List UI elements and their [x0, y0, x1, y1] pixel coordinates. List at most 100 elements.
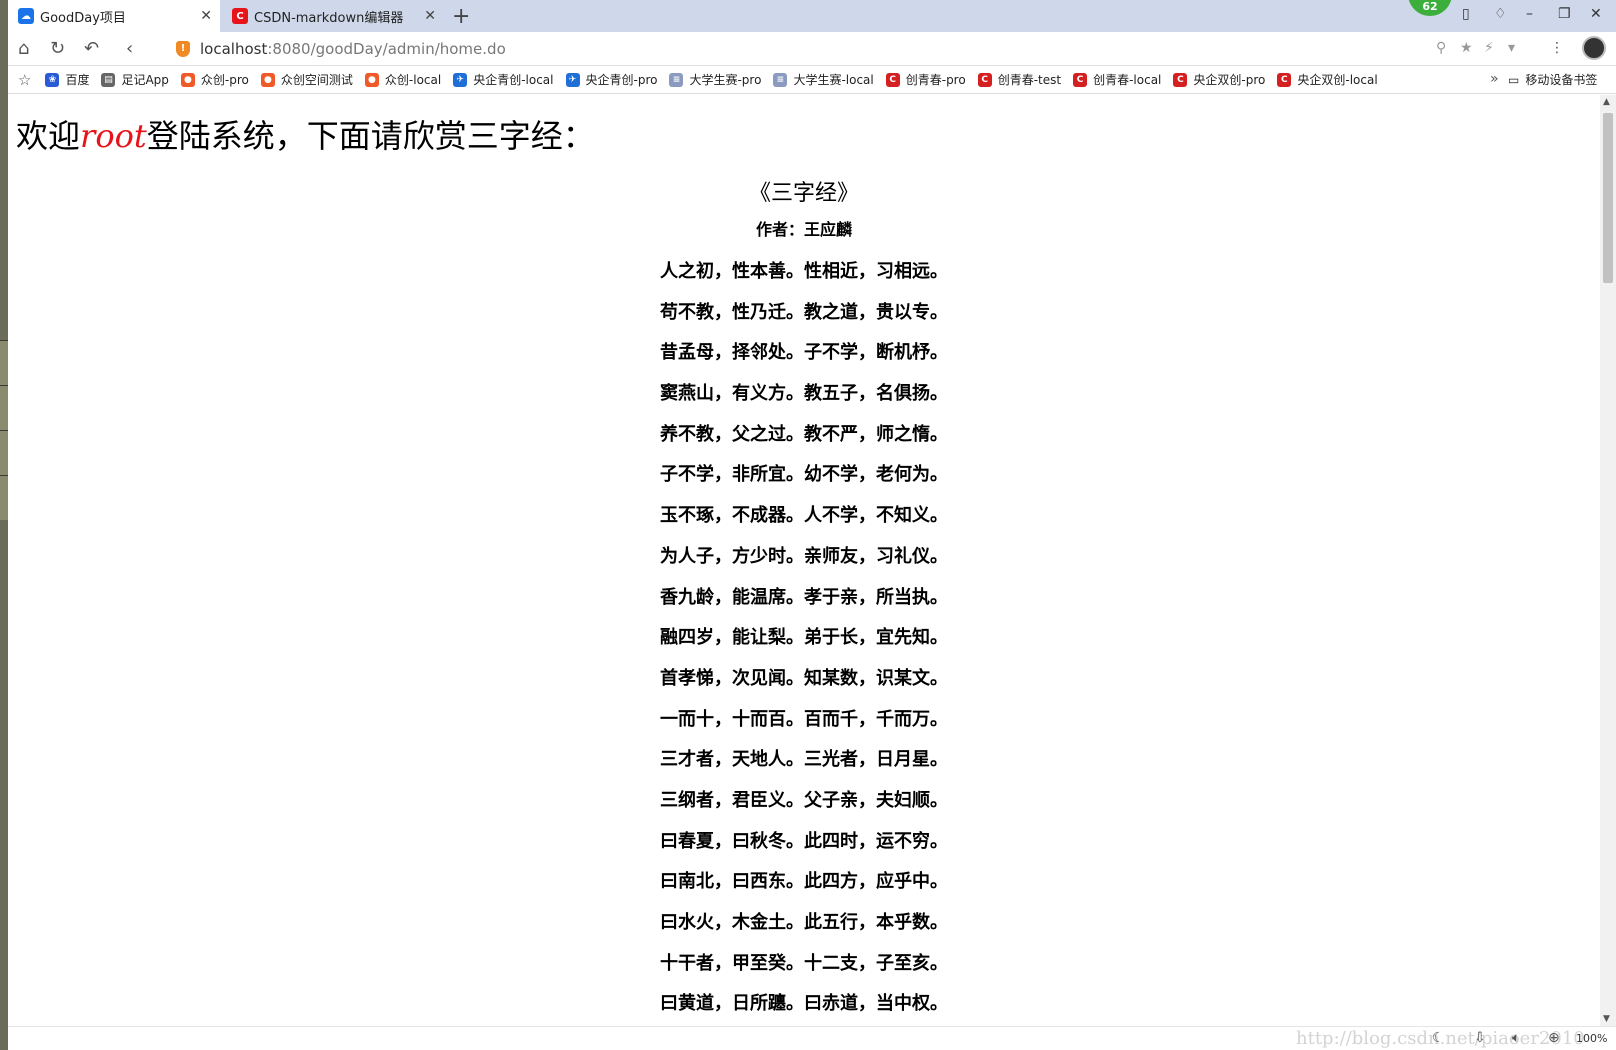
- bookmark-item[interactable]: ● 众创-pro: [180, 71, 249, 88]
- globe-icon: ✈: [565, 72, 580, 87]
- poem-line: 昔孟母，择邻处。子不学，断机杼。: [660, 342, 948, 364]
- dots-icon: ●: [180, 72, 195, 87]
- welcome-heading: 欢迎root登陆系统，下面请欣赏三字经：: [16, 111, 595, 157]
- dots-icon: ●: [364, 72, 379, 87]
- welcome-suffix: 登陆系统，下面请欣赏三字经：: [146, 117, 595, 155]
- bookmark-label: 众创空间测试: [280, 73, 353, 87]
- url-field[interactable]: ! localhost:8080/goodDay/admin/home.do: [176, 38, 1416, 60]
- desktop-edge-segment: [0, 430, 8, 475]
- site-info-icon[interactable]: !: [176, 41, 190, 57]
- mobile-bookmarks-label: 移动设备书签: [1525, 73, 1598, 87]
- poem-line: 三才者，天地人。三光者，日月星。: [660, 749, 948, 771]
- poem-line: 苟不教，性乃迁。教之道，贵以专。: [660, 301, 948, 323]
- poem-line: 为人子，方少时。亲师友，习礼仪。: [660, 545, 948, 567]
- shirt-icon[interactable]: ♢: [1494, 6, 1507, 22]
- close-icon[interactable]: ✕: [200, 8, 212, 24]
- download-icon[interactable]: ⇩: [1474, 1030, 1486, 1046]
- bookmark-label: 创青春-local: [1093, 73, 1162, 87]
- poem-line: 一而十，十而百。百而千，千而万。: [660, 708, 948, 730]
- url-path: :8080/goodDay/admin/home.do: [267, 40, 506, 58]
- dots-icon: ●: [260, 72, 275, 87]
- bookmark-label: 百度: [65, 73, 90, 87]
- home-icon[interactable]: ⌂: [18, 38, 29, 59]
- zoom-icon[interactable]: ⊕: [1548, 1030, 1560, 1046]
- bookmark-list: ❀ 百度 ▤ 足记App ● 众创-pro ● 众创空间测试 ● 众创-local ✈ 央企青创-lo…: [45, 71, 1389, 88]
- bookmarks-bar: ☆ ❀ 百度 ▤ 足记App ● 众创-pro ● 众创空间测试 ● 众创-local ✈ 央企青创-…: [8, 66, 1616, 94]
- poem-line: 人之初，性本善。性相近，习相远。: [660, 261, 948, 282]
- notification-badge[interactable]: 62: [1408, 0, 1452, 16]
- volume-icon[interactable]: 🔈︎: [1512, 1030, 1520, 1046]
- poem-author: 作者：王应麟: [755, 220, 852, 239]
- minimize-icon[interactable]: –: [1526, 6, 1533, 22]
- zoom-level[interactable]: 100%: [1576, 1032, 1607, 1045]
- poem-line: 窦燕山，有义方。教五子，名俱扬。: [660, 383, 948, 405]
- bookmark-item[interactable]: C 央企双创-pro: [1173, 71, 1265, 88]
- back-icon[interactable]: ‹: [126, 38, 133, 59]
- bookmark-label: 大学生赛-pro: [689, 73, 762, 87]
- bookmark-item[interactable]: ≡ 大学生赛-local: [773, 71, 874, 88]
- bookmark-item[interactable]: C 创青春-pro: [885, 71, 966, 88]
- scrollbar-thumb[interactable]: [1603, 113, 1613, 283]
- poem-line: 十干者，甲至癸。十二支，子至亥。: [660, 952, 948, 974]
- c-icon: C: [977, 72, 992, 87]
- bookmark-item[interactable]: ● 众创空间测试: [260, 71, 353, 88]
- page-content: 欢迎root登陆系统，下面请欣赏三字经： 《三字经》 作者：王应麟 人之初，性本…: [8, 95, 1600, 1026]
- pin-icon[interactable]: ⚲: [1436, 40, 1446, 56]
- bookmark-label: 央企青创-local: [473, 73, 554, 87]
- bookmark-label: 央企青创-pro: [585, 73, 658, 87]
- mobile-bookmarks[interactable]: ▭ 移动设备书签: [1508, 71, 1597, 88]
- avatar[interactable]: [1582, 36, 1606, 60]
- moon-icon[interactable]: ☾: [1432, 1030, 1445, 1046]
- flash-icon[interactable]: ⚡: [1484, 40, 1494, 56]
- bookmark-item[interactable]: C 创青春-test: [977, 71, 1061, 88]
- bookmark-star-icon[interactable]: ☆: [18, 71, 31, 89]
- poem-line: 曰春夏，曰秋冬。此四时，运不穷。: [660, 830, 948, 852]
- bars-icon: ≡: [773, 72, 788, 87]
- scrollbar[interactable]: ▲ ▼: [1600, 95, 1616, 1026]
- star-icon[interactable]: ★: [1460, 40, 1473, 56]
- desktop-edge-segment: [0, 475, 8, 520]
- bookmarks-more-button[interactable]: »: [1490, 71, 1499, 87]
- tab-goodday[interactable]: ☁ GoodDay项目 ✕: [8, 0, 220, 32]
- bookmark-label: 央企双创-local: [1297, 73, 1378, 87]
- phone-icon[interactable]: ▯: [1462, 6, 1470, 22]
- desktop-edge-segment: [0, 340, 8, 385]
- bookmark-item[interactable]: ✈ 央企青创-pro: [565, 71, 658, 88]
- bookmark-item[interactable]: ● 众创-local: [364, 71, 441, 88]
- poem: 《三字经》 作者：王应麟 人之初，性本善。性相近，习相远。 苟不教，性乃迁。教之道…: [8, 175, 1600, 1026]
- paw-icon: ❀: [45, 72, 60, 87]
- menu-icon[interactable]: ⋮: [1550, 40, 1564, 56]
- restore-icon[interactable]: ❐: [1558, 6, 1571, 22]
- new-tab-button[interactable]: +: [452, 4, 470, 29]
- tab-csdn[interactable]: C CSDN-markdown编辑器 ✕: [222, 0, 444, 32]
- chevron-down-icon[interactable]: ▾: [1508, 40, 1515, 56]
- close-window-icon[interactable]: ✕: [1590, 6, 1602, 22]
- bookmark-item[interactable]: ❀ 百度: [45, 71, 89, 88]
- globe-icon: ✈: [453, 72, 468, 87]
- page-icon: ▤: [101, 72, 116, 87]
- desktop-left-edge: [0, 0, 8, 1050]
- bookmark-item[interactable]: ✈ 央企青创-local: [453, 71, 554, 88]
- desktop-edge-segment: [0, 385, 8, 430]
- close-icon[interactable]: ✕: [424, 8, 436, 24]
- scroll-down-icon[interactable]: ▼: [1603, 1014, 1610, 1024]
- poem-line: 曰水火，木金土。此五行，本乎数。: [660, 912, 948, 933]
- c-icon: C: [1173, 72, 1188, 87]
- poem-line: 三纲者，君臣义。父子亲，夫妇顺。: [660, 789, 948, 811]
- poem-lines: 人之初，性本善。性相近，习相远。 苟不教，性乃迁。教之道，贵以专。 昔孟母，择邻处。…: [8, 255, 1600, 1026]
- mobile-device-icon: ▭: [1508, 72, 1520, 87]
- welcome-prefix: 欢迎: [16, 117, 81, 155]
- url-host: localhost: [200, 40, 268, 58]
- poem-line: 曰南北，曰西东。此四方，应乎中。: [660, 871, 948, 893]
- poem-line: 子不学，非所宜。幼不学，老何为。: [660, 464, 948, 486]
- refresh-icon[interactable]: ↻: [50, 38, 65, 59]
- bookmark-item[interactable]: ≡ 大学生赛-pro: [669, 71, 761, 88]
- undo-icon[interactable]: ↶: [84, 38, 99, 59]
- bookmark-item[interactable]: C 央企双创-local: [1277, 71, 1378, 88]
- url-text: localhost:8080/goodDay/admin/home.do: [200, 40, 506, 58]
- bookmark-item[interactable]: ▤ 足记App: [101, 71, 169, 88]
- poem-line: 玉不琢，不成器。人不学，不知义。: [660, 505, 948, 527]
- bookmark-item[interactable]: C 创青春-local: [1073, 71, 1161, 88]
- scroll-up-icon[interactable]: ▲: [1603, 97, 1610, 107]
- bookmark-label: 众创-pro: [200, 73, 249, 87]
